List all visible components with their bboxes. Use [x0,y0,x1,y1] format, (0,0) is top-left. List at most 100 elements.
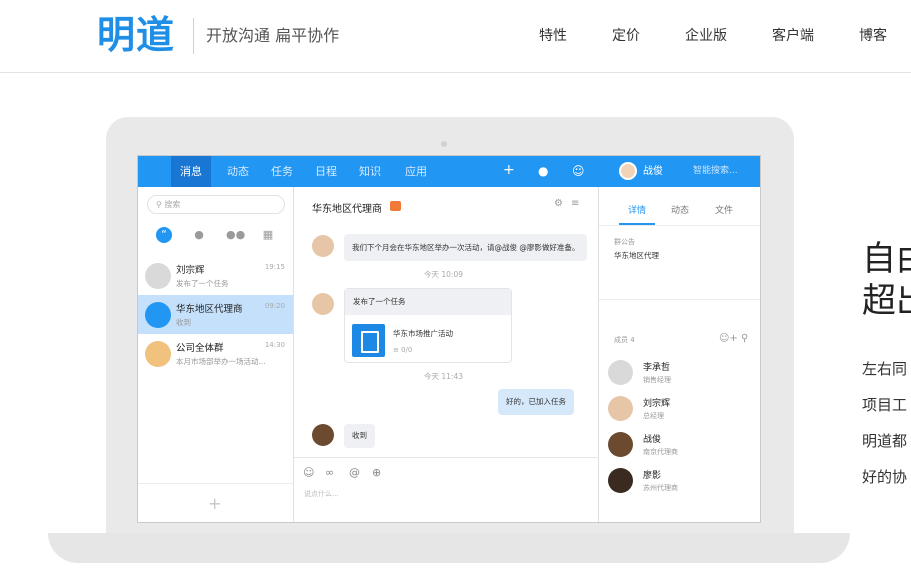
conversation-time: 19:15 [264,263,285,271]
nav-blog[interactable]: 博客 [859,27,887,45]
settings-icon[interactable]: ⚙ [554,198,563,209]
nav-pricing[interactable]: 定价 [612,27,640,45]
avatar[interactable] [608,432,633,457]
member-name[interactable]: 战俊 [643,432,661,445]
feature-description-line: 好的协 [862,468,908,486]
task-progress-value: 0/0 [401,346,413,354]
composer-divider [294,457,598,458]
conversation-preview: 本月市场部举办一场活动... [176,357,266,366]
conversation-name: 公司全体群 [176,343,224,354]
list-item[interactable]: 刘宗辉 发布了一个任务 19:15 [138,256,293,295]
feature-description-line: 明道都 [862,432,908,450]
feature-description-line: 左右同 [862,360,908,378]
plus-icon[interactable]: + [503,162,515,178]
tab-calendar[interactable]: 日程 [306,156,346,187]
divider [138,483,293,484]
app-top-bar: 消息 动态 任务 日程 知识 应用 + ● ☺ 战俊 智能搜索... [138,156,760,187]
conversation-time: 14:30 [264,341,285,349]
chat-message: 我们下个月会在华东地区举办一次活动，请@战俊 @廖影做好准备。 [344,234,588,261]
feature-title: 自由 超出 [862,238,911,322]
user-name[interactable]: 战俊 [643,156,663,187]
nav-features[interactable]: 特性 [539,27,567,45]
list-item[interactable]: 公司全体群 本月市场部举办一场活动... 14:30 [138,334,293,373]
list-item[interactable]: 华东地区代理商 收到 09:20 [138,295,293,334]
top-navigation: 明道 开放沟通 扁平协作 特性 定价 企业版 客户端 博客 [0,0,911,73]
avatar[interactable] [608,396,633,421]
logo[interactable]: 明道 [97,12,175,58]
feature-title-line: 自由 [862,239,911,279]
member-role: 销售经理 [643,376,671,384]
member-name[interactable]: 刘宗辉 [643,396,670,409]
conversation-name: 刘宗辉 [176,265,205,276]
member-role: 总经理 [643,412,664,420]
divider [599,225,760,226]
divider [599,299,760,300]
members-count: 成员 4 [614,336,635,344]
mention-icon[interactable]: @ [349,466,360,479]
task-card-header: 发布了一个任务 [345,289,511,315]
task-card[interactable]: 发布了一个任务 华东市场推广活动 ≡ 0/0 [344,288,512,363]
bell-icon[interactable]: ● [538,163,548,179]
group-filter-icon[interactable]: ●● [226,227,245,243]
app-screen: 消息 动态 任务 日程 知识 应用 + ● ☺ 战俊 智能搜索... ⚲ 搜索 … [137,155,761,523]
laptop-base [48,533,850,563]
tab-details[interactable]: 详情 [628,203,646,216]
chat-title: 华东地区代理商 [312,204,382,215]
task-progress: ≡ 0/0 [393,346,413,354]
laptop-camera [441,141,447,147]
task-name: 华东市场推广活动 [393,329,453,338]
nav-enterprise[interactable]: 企业版 [685,27,727,45]
avatar [312,293,334,315]
chat-filter-icon[interactable]: “ [156,227,172,243]
avatar[interactable] [608,360,633,385]
tab-activity[interactable]: 动态 [671,203,689,216]
contacts-icon[interactable]: ☺ [572,163,585,179]
add-member-icon[interactable]: ☺+ [719,333,738,344]
avatar [312,424,334,446]
member-name[interactable]: 廖影 [643,468,661,481]
apps-filter-icon[interactable]: ▦ [260,227,276,243]
person-filter-icon[interactable]: ● [191,227,207,243]
group-badge-icon [390,201,401,211]
member-name[interactable]: 李承哲 [643,360,670,373]
nav-clients[interactable]: 客户端 [772,27,814,45]
member-role: 苏州代理商 [643,484,678,492]
avatar[interactable] [619,162,637,180]
tab-files[interactable]: 文件 [715,203,733,216]
details-panel: 详情 动态 文件 群公告 华东地区代理 成员 4 ☺+ ⚲ 李承哲 销售经理 刘… [598,187,760,522]
conversation-list-panel: ⚲ 搜索 “ ● ●● ▦ 刘宗辉 发布了一个任务 19:15 华东地区代理商 … [138,187,294,522]
feature-title-line: 超出 [862,281,911,321]
chat-message: 好的，已加入任务 [498,389,574,415]
group-avatar-icon [145,302,171,328]
add-icon[interactable]: ⊕ [372,466,381,479]
slogan: 开放沟通 扁平协作 [206,26,340,45]
task-icon [352,324,385,357]
conversation-search-input[interactable]: ⚲ 搜索 [147,195,285,214]
search-icon[interactable]: ⚲ [741,333,748,344]
menu-icon[interactable]: ≡ [571,198,579,209]
message-input[interactable]: 说点什么... [304,489,339,499]
announcement-text: 华东地区代理 [614,251,659,260]
timestamp: 今天 10:09 [424,270,463,279]
avatar[interactable] [608,468,633,493]
global-search-input[interactable]: 智能搜索... [693,156,738,187]
tab-apps[interactable]: 应用 [396,156,436,187]
feature-description-line: 项目工 [862,396,908,414]
add-conversation-button[interactable]: + [208,494,221,513]
chat-message: 收到 [344,424,375,448]
group-avatar-icon [145,341,171,367]
emoji-icon[interactable]: ☺ [303,466,314,479]
tab-tasks[interactable]: 任务 [262,156,302,187]
conversation-search-placeholder: 搜索 [164,200,181,209]
member-role: 南京代理商 [643,448,678,456]
avatar [312,235,334,257]
tab-messages[interactable]: 消息 [171,156,211,187]
tab-feed[interactable]: 动态 [218,156,258,187]
conversation-name: 华东地区代理商 [176,304,243,315]
attachment-icon[interactable]: ∞ [325,466,334,479]
conversation-preview: 发布了一个任务 [176,279,229,288]
tab-knowledge[interactable]: 知识 [350,156,390,187]
chat-panel: 华东地区代理商 ⚙ ≡ 我们下个月会在华东地区举办一次活动，请@战俊 @廖影做好… [294,187,598,522]
conversation-time: 09:20 [264,302,285,310]
avatar [145,263,171,289]
